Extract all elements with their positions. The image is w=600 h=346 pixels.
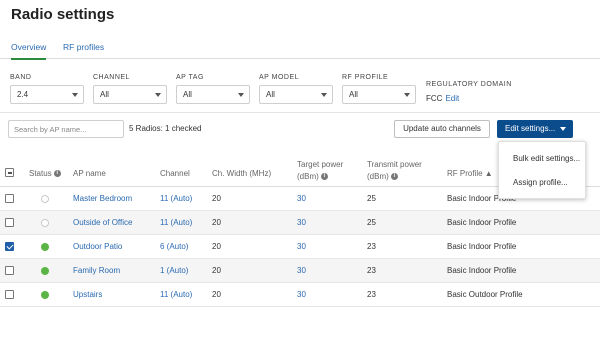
rf-profile-value: Basic Indoor Profile xyxy=(447,266,517,275)
transmit-power-value: 23 xyxy=(367,266,376,275)
rf-profile-value: Basic Indoor Profile xyxy=(447,242,517,251)
regulatory-domain-label: REGULATORY DOMAIN xyxy=(426,81,512,88)
ap-tag-label: AP TAG xyxy=(176,74,204,81)
rf-profile-value: All xyxy=(349,90,358,99)
select-all-checkbox[interactable] xyxy=(5,168,14,177)
band-select[interactable]: 2.4 xyxy=(10,85,84,104)
ap-model-value: All xyxy=(266,90,275,99)
ap-name-link[interactable]: Master Bedroom xyxy=(73,194,132,203)
column-status-label: Status xyxy=(29,169,52,178)
search-input[interactable] xyxy=(8,120,124,138)
ap-model-label: AP MODEL xyxy=(259,74,300,81)
chevron-down-icon xyxy=(560,127,566,131)
channel-value: All xyxy=(100,90,109,99)
row-checkbox[interactable] xyxy=(5,290,14,299)
regulatory-domain-value: FCC Edit xyxy=(426,94,459,103)
row-checkbox[interactable] xyxy=(5,194,14,203)
channel-link[interactable]: 11 (Auto) xyxy=(160,290,192,299)
table-row[interactable]: Family Room 1 (Auto) 20 30 23 Basic Indoor Pr… xyxy=(0,259,600,283)
table-row[interactable]: Outdoor Patio 6 (Auto) 20 30 23 Basic Indoor … xyxy=(0,235,600,259)
menu-item-bulk-edit[interactable]: Bulk edit settings... xyxy=(513,154,580,163)
ap-name-link[interactable]: Upstairs xyxy=(73,290,102,299)
chevron-down-icon xyxy=(155,93,161,97)
channel-link[interactable]: 11 (Auto) xyxy=(160,218,192,227)
band-label: BAND xyxy=(10,74,32,81)
sort-ascending-icon: ▲ xyxy=(484,169,493,178)
channel-width-value: 20 xyxy=(212,194,221,203)
tab-overview[interactable]: Overview xyxy=(11,42,47,60)
table-row[interactable]: Outside of Office 11 (Auto) 20 30 25 Basic In… xyxy=(0,211,600,235)
status-offline-icon xyxy=(41,195,49,203)
column-target-power-line1[interactable]: Target power xyxy=(297,160,343,169)
column-transmit-power-line1[interactable]: Transmit power xyxy=(367,160,422,169)
rf-profile-select[interactable]: All xyxy=(342,85,416,104)
column-channel[interactable]: Channel xyxy=(160,169,190,178)
transmit-power-value: 25 xyxy=(367,194,376,203)
info-icon: i xyxy=(320,173,328,181)
band-value: 2.4 xyxy=(17,90,29,99)
channel-width-value: 20 xyxy=(212,290,221,299)
target-power-link[interactable]: 30 xyxy=(297,266,306,275)
column-channel-width[interactable]: Ch. Width (MHz) xyxy=(212,169,271,178)
column-transmit-power-unit: (dBm) xyxy=(367,172,389,181)
status-offline-icon xyxy=(41,219,49,227)
row-checkbox[interactable] xyxy=(5,218,14,227)
channel-select[interactable]: All xyxy=(93,85,167,104)
channel-label: CHANNEL xyxy=(93,74,130,81)
status-online-icon xyxy=(41,267,49,275)
ap-name-link[interactable]: Family Room xyxy=(73,266,120,275)
column-status[interactable]: Status i xyxy=(29,169,61,178)
info-icon: i xyxy=(390,173,398,181)
edit-settings-menu: Bulk edit settings... Assign profile... xyxy=(498,141,586,199)
channel-link[interactable]: 1 (Auto) xyxy=(160,266,188,275)
chevron-down-icon xyxy=(404,93,410,97)
tab-rf-profiles[interactable]: RF profiles xyxy=(63,42,104,52)
info-icon: i xyxy=(53,170,61,178)
row-checkbox[interactable] xyxy=(5,242,14,251)
channel-width-value: 20 xyxy=(212,266,221,275)
menu-item-assign-profile[interactable]: Assign profile... xyxy=(513,178,568,187)
column-target-power-unit: (dBm) xyxy=(297,172,319,181)
edit-settings-button[interactable]: Edit settings... xyxy=(497,120,573,138)
column-rf-profile-label: RF Profile xyxy=(447,169,483,178)
target-power-link[interactable]: 30 xyxy=(297,218,306,227)
column-ap-name[interactable]: AP name xyxy=(73,169,106,178)
chevron-down-icon xyxy=(72,93,78,97)
status-online-icon xyxy=(41,291,49,299)
column-rf-profile[interactable]: RF Profile ▲ xyxy=(447,169,493,178)
divider xyxy=(0,112,600,113)
rf-profile-value: Basic Indoor Profile xyxy=(447,218,517,227)
row-checkbox[interactable] xyxy=(5,266,14,275)
ap-model-select[interactable]: All xyxy=(259,85,333,104)
edit-settings-label: Edit settings... xyxy=(505,124,556,133)
page-title: Radio settings xyxy=(11,6,115,23)
ap-tag-select[interactable]: All xyxy=(176,85,250,104)
regulatory-edit-link[interactable]: Edit xyxy=(445,94,459,103)
ap-name-link[interactable]: Outdoor Patio xyxy=(73,242,122,251)
column-target-power[interactable]: (dBm) i xyxy=(297,172,328,181)
ap-name-link[interactable]: Outside of Office xyxy=(73,218,132,227)
target-power-link[interactable]: 30 xyxy=(297,290,306,299)
ap-tag-value: All xyxy=(183,90,192,99)
rf-profile-label: RF PROFILE xyxy=(342,74,389,81)
column-transmit-power[interactable]: (dBm) i xyxy=(367,172,398,181)
table-row[interactable]: Upstairs 11 (Auto) 20 30 23 Basic Outdoor Pro… xyxy=(0,283,600,307)
chevron-down-icon xyxy=(238,93,244,97)
tab-bar: Overview RF profiles xyxy=(0,34,600,60)
target-power-link[interactable]: 30 xyxy=(297,194,306,203)
regulatory-domain-text: FCC xyxy=(426,94,443,103)
channel-link[interactable]: 11 (Auto) xyxy=(160,194,192,203)
transmit-power-value: 23 xyxy=(367,242,376,251)
transmit-power-value: 23 xyxy=(367,290,376,299)
channel-link[interactable]: 6 (Auto) xyxy=(160,242,188,251)
transmit-power-value: 25 xyxy=(367,218,376,227)
rf-profile-value: Basic Outdoor Profile xyxy=(447,290,523,299)
radio-count: 5 Radios: 1 checked xyxy=(129,124,202,133)
channel-width-value: 20 xyxy=(212,242,221,251)
target-power-link[interactable]: 30 xyxy=(297,242,306,251)
channel-width-value: 20 xyxy=(212,218,221,227)
update-auto-channels-button[interactable]: Update auto channels xyxy=(394,120,490,138)
chevron-down-icon xyxy=(321,93,327,97)
status-online-icon xyxy=(41,243,49,251)
